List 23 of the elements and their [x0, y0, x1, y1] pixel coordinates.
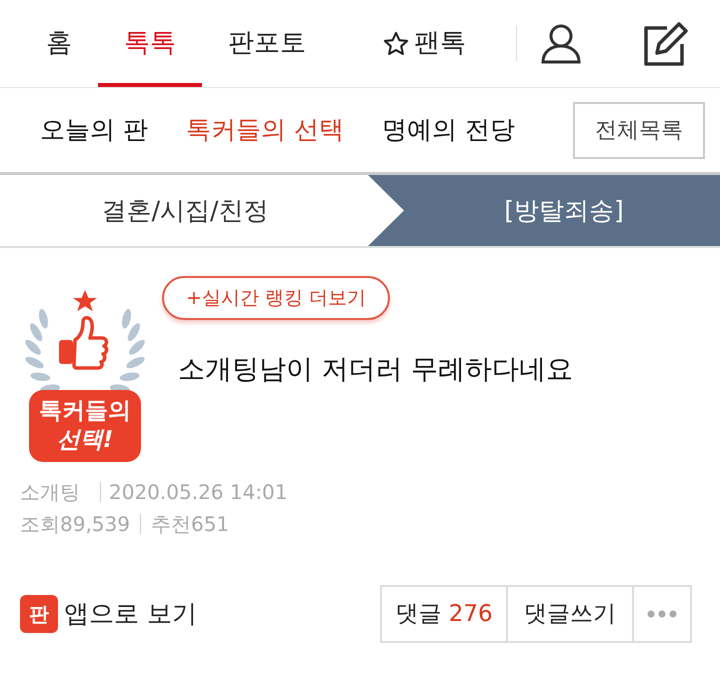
ranking-button[interactable]: +실시간 랭킹 더보기	[162, 276, 390, 320]
view-count: 조회89,539	[20, 511, 130, 538]
all-list-button[interactable]: 전체목록	[573, 102, 705, 158]
board-tab[interactable]: [방탈죄송]	[368, 175, 720, 246]
app-logo-icon: 판	[20, 595, 58, 633]
write-comment-button[interactable]: 댓글쓰기	[508, 587, 634, 641]
subnav-item[interactable]: 오늘의 판	[40, 111, 148, 149]
app-link[interactable]: 판 앱으로 보기	[20, 595, 197, 633]
badge-label: 톡커들의 선택!	[29, 390, 141, 462]
profile-icon[interactable]	[539, 22, 583, 66]
recommend-count: 추천651	[150, 511, 230, 538]
author-name: 소개팅	[20, 479, 80, 506]
post-date: 2020.05.26 14:01	[109, 479, 288, 506]
nav-tab[interactable]: 판포토	[202, 0, 332, 87]
star-icon	[382, 30, 410, 58]
category-label: 결혼/시집/친정	[100, 194, 270, 227]
subnav-item[interactable]: 명예의 전당	[382, 111, 515, 149]
nav-tab[interactable]: 톡톡	[98, 0, 202, 87]
comments-button[interactable]: 댓글 276	[382, 587, 508, 641]
subnav-item[interactable]: 톡커들의 선택	[186, 111, 344, 149]
post-title: 소개팅남이 저더러 무례하다네요	[178, 353, 574, 387]
nav-tab[interactable]: 홈	[20, 0, 98, 87]
nav-tab[interactable]: 팬톡	[356, 0, 492, 87]
